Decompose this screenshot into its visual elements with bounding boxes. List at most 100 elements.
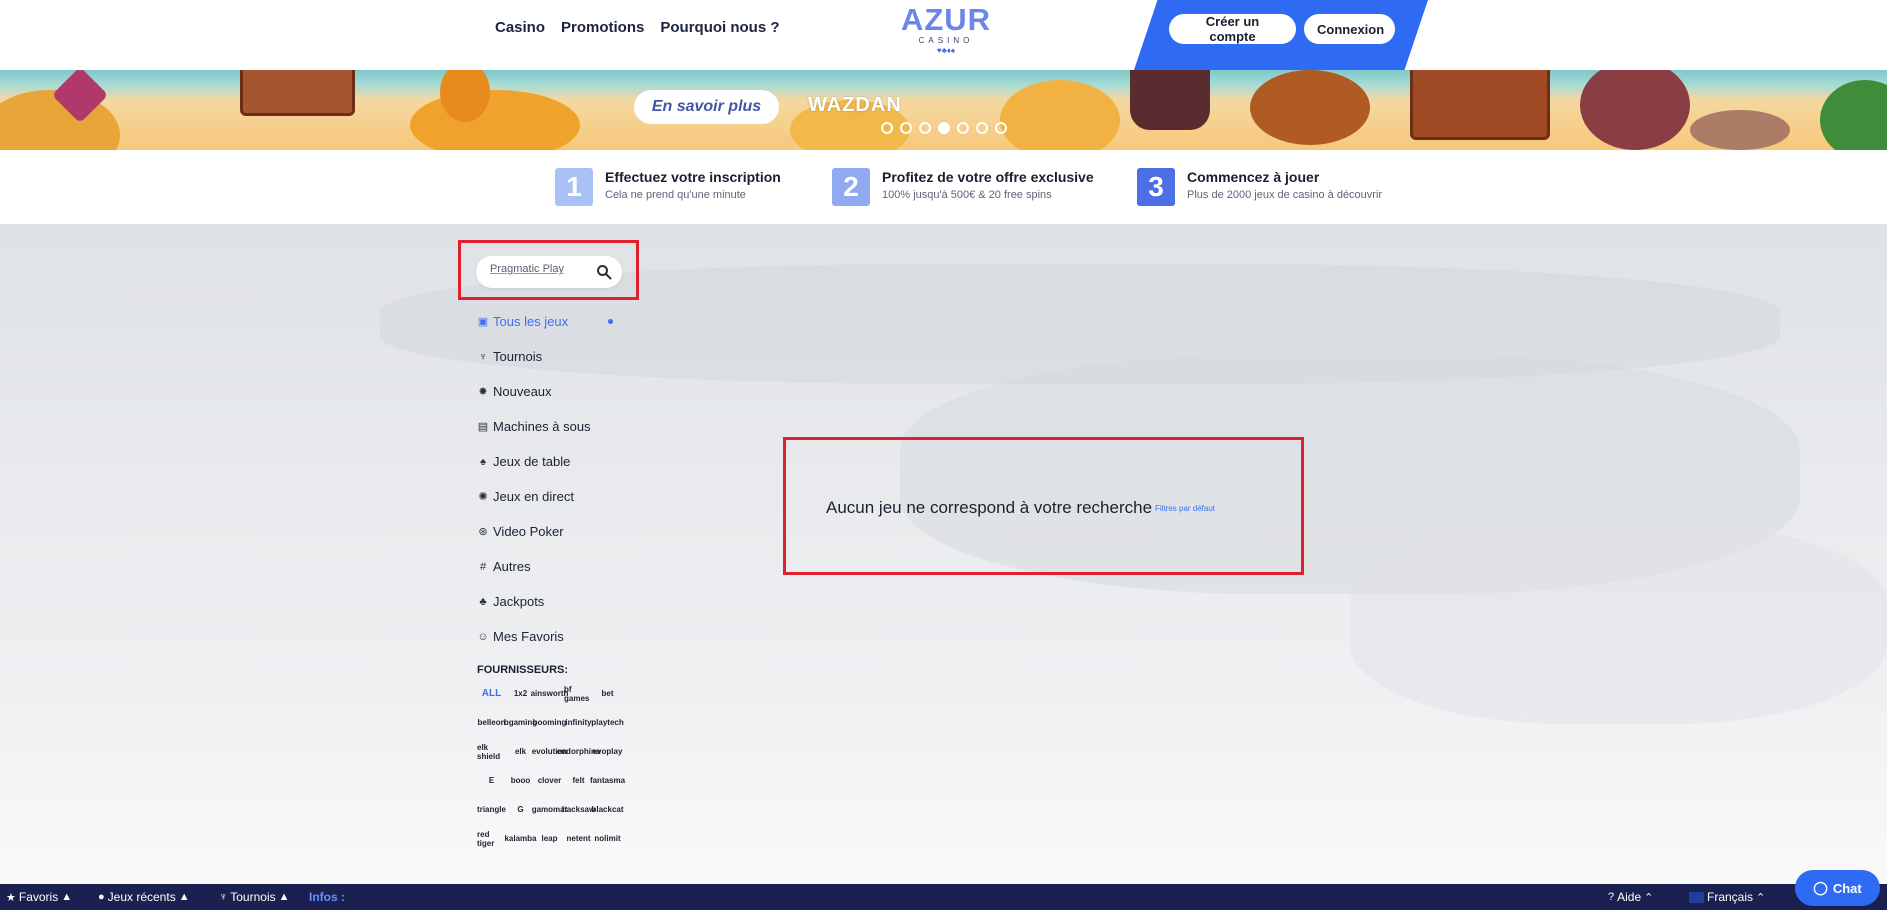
step-1: 1 Effectuez votre inscription Cela ne pr…: [555, 168, 781, 206]
provider-all[interactable]: ALL: [477, 684, 506, 703]
provider-logo[interactable]: netent: [564, 829, 593, 848]
nav-promotions[interactable]: Promotions: [561, 19, 644, 36]
nav-why-us[interactable]: Pourquoi nous ?: [660, 19, 779, 36]
search-input[interactable]: [490, 263, 590, 275]
provider-logo[interactable]: evoplay: [593, 742, 623, 761]
chevron-up-icon: ⌃: [1644, 891, 1654, 904]
slider-dot[interactable]: [976, 122, 988, 134]
chat-button[interactable]: ◯ Chat: [1795, 870, 1880, 906]
provider-logo[interactable]: booming: [533, 713, 567, 732]
banner-learn-more-button[interactable]: En savoir plus: [634, 90, 779, 124]
logo-word: AZUR: [900, 2, 992, 37]
step-title: Effectuez votre inscription: [605, 169, 781, 185]
provider-logo[interactable]: ainsworth: [531, 684, 569, 703]
logo-suits: ♥♣♦♠: [936, 46, 956, 55]
star-icon: ★: [6, 891, 16, 904]
slider-dot[interactable]: [995, 122, 1007, 134]
plant: [1820, 80, 1887, 150]
provider-logo[interactable]: kalamba: [504, 829, 536, 848]
provider-logo[interactable]: triangle: [477, 800, 506, 819]
provider-logo[interactable]: G: [506, 800, 535, 819]
provider-logo[interactable]: clover: [535, 771, 564, 790]
step-subtitle: Cela ne prend qu'une minute: [605, 189, 746, 201]
provider-logo[interactable]: belleon: [477, 713, 506, 732]
treasure-chest: [1410, 70, 1550, 140]
provider-logo[interactable]: bgaming: [504, 713, 537, 732]
clock-icon: ●: [98, 891, 105, 903]
bottom-recent-games[interactable]: ● Jeux récents ▲: [98, 890, 190, 904]
category-list: ▣ Tous les jeux ♆ Tournois ✸ Nouveaux ▤ …: [477, 304, 627, 654]
category-table-games[interactable]: ♠ Jeux de table: [477, 444, 627, 479]
slider-dot[interactable]: [957, 122, 969, 134]
provider-logo[interactable]: playtech: [591, 713, 623, 732]
step-title: Commencez à jouer: [1187, 169, 1320, 185]
bottom-language[interactable]: Français ⌃: [1689, 890, 1765, 904]
category-label: Nouveaux: [493, 384, 552, 399]
category-others[interactable]: # Autres: [477, 549, 627, 584]
provider-logo[interactable]: booo: [506, 771, 535, 790]
character: [1130, 70, 1210, 130]
category-video-poker[interactable]: ⊛ Video Poker: [477, 514, 627, 549]
hash-icon: #: [479, 560, 487, 573]
provider-logo[interactable]: felt: [564, 771, 593, 790]
category-new[interactable]: ✸ Nouveaux: [477, 374, 627, 409]
game-search[interactable]: [476, 256, 622, 288]
category-all-games[interactable]: ▣ Tous les jeux: [477, 304, 627, 339]
bottom-help[interactable]: ? Aide ⌃: [1608, 890, 1653, 904]
provider-logo[interactable]: red tiger: [477, 829, 506, 848]
chevron-up-icon: ▲: [178, 891, 190, 903]
trophy-icon: ♆: [219, 891, 228, 903]
search-icon[interactable]: [596, 264, 612, 280]
category-label: Autres: [493, 559, 531, 574]
category-label: Machines à sous: [493, 419, 591, 434]
bottom-tournaments[interactable]: ♆ Tournois ▲: [219, 890, 290, 904]
provider-logo[interactable]: E: [477, 771, 506, 790]
category-label: Tournois: [493, 349, 543, 364]
slider-dot[interactable]: [881, 122, 893, 134]
provider-logo[interactable]: blackcat: [591, 800, 623, 819]
category-tournaments[interactable]: ♆ Tournois: [477, 339, 627, 374]
provider-logo[interactable]: infinity: [564, 713, 593, 732]
category-label: Jackpots: [493, 594, 545, 609]
provider-logo[interactable]: bet: [593, 684, 622, 703]
category-label: Jeux en direct: [493, 489, 574, 504]
bottom-info[interactable]: Infos :: [309, 890, 345, 904]
category-favorites[interactable]: ☺ Mes Favoris: [477, 619, 627, 654]
provider-logo[interactable]: nolimit: [593, 829, 622, 848]
provider-logo[interactable]: elk: [506, 742, 535, 761]
category-slots[interactable]: ▤ Machines à sous: [477, 409, 627, 444]
gold-pile: [410, 90, 580, 150]
provider-logo[interactable]: gamomat: [532, 800, 568, 819]
poker-chip-icon: ⊛: [478, 525, 488, 538]
step-2: 2 Profitez de votre offre exclusive 100%…: [832, 168, 1094, 206]
provider-logo[interactable]: fantasma: [590, 771, 625, 790]
nav-casino[interactable]: Casino: [495, 19, 545, 36]
bottom-favorites[interactable]: ★ Favoris ▲: [6, 890, 72, 904]
slider-dot[interactable]: [919, 122, 931, 134]
slider-dot-active[interactable]: [938, 122, 950, 134]
chevron-up-icon: ⌃: [1756, 891, 1766, 904]
provider-logo[interactable]: endorphina: [557, 742, 601, 761]
step-subtitle: 100% jusqu'à 500€ & 20 free spins: [882, 189, 1052, 201]
providers-grid: ALL 1x2 ainsworth bf games bet belleon b…: [477, 684, 625, 848]
category-live[interactable]: ✺ Jeux en direct: [477, 479, 627, 514]
provider-logo[interactable]: elk shield: [477, 742, 506, 761]
slider-dot[interactable]: [900, 122, 912, 134]
onboarding-steps: 1 Effectuez votre inscription Cela ne pr…: [0, 150, 1887, 224]
provider-logo[interactable]: leap: [535, 829, 564, 848]
reset-filters-link[interactable]: Filtres par défaut: [1155, 504, 1215, 513]
category-jackpots[interactable]: ♣ Jackpots: [477, 584, 627, 619]
provider-logo[interactable]: hacksaw: [562, 800, 595, 819]
all-games-icon: ▣: [477, 315, 489, 328]
provider-logo[interactable]: bf games: [564, 684, 593, 703]
step-3: 3 Commencez à jouer Plus de 2000 jeux de…: [1137, 168, 1382, 206]
favorite-icon: ☺: [477, 630, 489, 643]
login-button[interactable]: Connexion: [1304, 14, 1395, 44]
money-bag-icon: ♣: [479, 595, 487, 608]
site-logo[interactable]: AZUR CASINO ♥♣♦♠: [898, 2, 994, 56]
register-button[interactable]: Créer un compte: [1169, 14, 1296, 44]
gold-pile: [1000, 80, 1120, 150]
bottom-language-label: Français: [1707, 890, 1754, 904]
promo-banner[interactable]: En savoir plus WAZDAN: [0, 70, 1887, 150]
chat-label: Chat: [1832, 880, 1862, 896]
